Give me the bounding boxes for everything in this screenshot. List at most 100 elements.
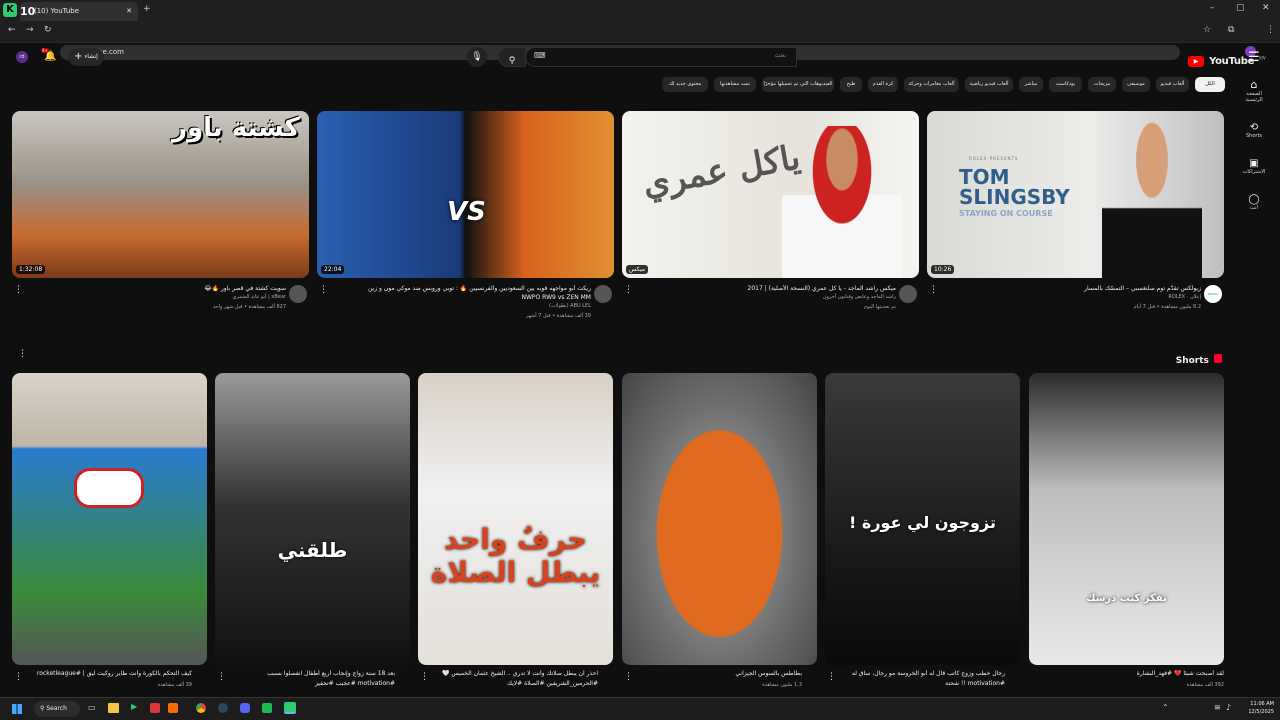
chip-3[interactable]: مزيجات — [1088, 77, 1116, 92]
close-tab-icon[interactable]: ✕ — [126, 2, 132, 21]
sidebar-item-home[interactable]: ⌂ الصفحة الرئيسية — [1239, 78, 1269, 122]
browser-tab[interactable]: 10 (10) YouTube ✕ — [20, 2, 138, 21]
short-meta: 392 ألف مشاهدة — [1186, 682, 1224, 688]
chrome-icon[interactable] — [196, 703, 206, 713]
discord-icon[interactable] — [240, 703, 250, 713]
chip-4[interactable]: بودكاست — [1049, 77, 1082, 92]
short-title[interactable]: لقد أصبحت شيئا 💔 #فهد_البشارة — [1029, 670, 1224, 678]
short-title-line2[interactable]: #motivation #عجيب #تحفيز — [215, 680, 395, 688]
chip-10[interactable]: الفيديوهات التي تم تحميلها مؤخرًا — [762, 77, 834, 92]
plus-icon: + — [74, 51, 83, 62]
short-title[interactable]: بعد 18 سنة زواج وإنجاب أربع أطفال انفصلو… — [215, 670, 395, 678]
short-menu-icon[interactable]: ⋮ — [14, 672, 23, 682]
channel-avatar[interactable]: ROLEX — [1204, 285, 1222, 303]
short-thumbnail[interactable]: تزوجون لي عورة ! — [825, 373, 1020, 665]
short-meta: 39 ألف مشاهدة — [157, 682, 192, 688]
chip-0[interactable]: الكل — [1195, 77, 1225, 92]
video-title[interactable]: ميكس راشد الماجد - يا كل عمري (النسخة ال… — [638, 285, 897, 293]
forward-icon[interactable]: → — [26, 26, 34, 35]
tray-chevron-icon[interactable]: ⌃ — [1162, 703, 1169, 712]
channel-avatar[interactable] — [289, 285, 307, 303]
maximize-icon[interactable]: ▢ — [1236, 4, 1245, 13]
chip-5[interactable]: مباشر — [1019, 77, 1043, 92]
task-view-icon[interactable]: ▭ — [88, 703, 96, 712]
taskbar-search[interactable]: ⚲ Search — [34, 701, 80, 717]
video-thumbnail[interactable]: كشتة باور 1:32:08 — [12, 111, 309, 278]
notifications-button[interactable]: 🔔 9+ — [41, 48, 56, 62]
video-menu-icon[interactable]: ⋮ — [319, 285, 328, 295]
short-menu-icon[interactable]: ⋮ — [624, 672, 633, 682]
close-window-icon[interactable]: ✕ — [1262, 4, 1270, 13]
video-title[interactable]: سويت كشتة في قصر باور 🔥😂 — [28, 285, 287, 293]
short-thumbnail[interactable] — [622, 373, 817, 665]
channel-avatar[interactable] — [594, 285, 612, 303]
short-title[interactable]: كيف التحكم بالكورة وأنت طاير روكيت ليق |… — [12, 670, 192, 678]
file-explorer-icon[interactable] — [108, 703, 119, 713]
app-icon-steam[interactable] — [218, 703, 228, 713]
clock-date: 12/5/2025 — [1248, 709, 1274, 715]
video-title[interactable]: زيولكس تقدّم توم سلنغسبي – التمسّك بالمس… — [943, 285, 1201, 293]
chip-6[interactable]: ألعاب فيديو رياضية — [965, 77, 1013, 92]
short-thumbnail[interactable]: طلقني — [215, 373, 410, 665]
short-title[interactable]: رجال خطب وزوج كاتب قال له أبو الخروسة مو… — [825, 670, 1005, 678]
back-icon[interactable]: ← — [8, 26, 16, 35]
video-menu-icon[interactable]: ⋮ — [14, 285, 23, 295]
sidebar-item-subscriptions[interactable]: ▣ الاشتراكات — [1239, 158, 1269, 194]
windows-start-icon[interactable] — [12, 704, 22, 714]
app-icon-green[interactable] — [262, 703, 272, 713]
media-player-icon[interactable]: ▶ — [131, 702, 137, 711]
short-title[interactable]: احذر أن يبطل صلاتك وأنت لا تدري .. الشيخ… — [418, 670, 598, 678]
keyboard-icon[interactable]: ⌨ — [534, 51, 546, 60]
channel-name[interactable]: ABU LEL (بطولات) — [333, 303, 591, 310]
short-menu-icon[interactable]: ⋮ — [420, 672, 429, 682]
video-menu-icon[interactable]: ⋮ — [624, 285, 633, 295]
channel-name[interactable]: إعلان · ROLEX — [943, 294, 1201, 301]
short-title-line2[interactable]: #motivation !! شحنة — [825, 680, 1005, 688]
thumb-person — [1102, 121, 1202, 278]
sidebar-item-you[interactable]: ◯ أنت — [1239, 194, 1269, 230]
region-code: KW — [1259, 55, 1266, 61]
video-menu-icon[interactable]: ⋮ — [929, 285, 938, 295]
clock[interactable]: 11:06 AM 12/5/2025 — [1236, 700, 1274, 716]
account-avatar[interactable]: rd — [16, 51, 28, 63]
browser-menu-icon[interactable]: ⋮ — [1266, 26, 1275, 35]
chip-7[interactable]: ألعاب مغامرات وحركة — [904, 77, 959, 92]
volume-icon[interactable]: ♪ — [1226, 703, 1231, 712]
shorts-menu-icon[interactable]: ⋮ — [18, 349, 27, 359]
chip-2[interactable]: موسيقى — [1122, 77, 1150, 92]
search-button[interactable]: ⚲ — [498, 47, 526, 67]
channel-avatar[interactable] — [899, 285, 917, 303]
short-thumbnail[interactable] — [12, 373, 207, 665]
short-title[interactable]: بطاطس بالسوس الجيزاني — [622, 670, 802, 678]
chip-1[interactable]: ألعاب فيديو — [1156, 77, 1189, 92]
video-thumbnail[interactable]: VS 22:04 — [317, 111, 614, 278]
video-title-line2[interactable]: NWPO RW9 vs ZEN MM — [333, 294, 592, 302]
video-thumbnail[interactable]: ROLEX PRESENTS TOM SLINGSBY STAYING ON COU… — [927, 111, 1224, 278]
short-menu-icon[interactable]: ⋮ — [827, 672, 836, 682]
video-title[interactable]: ريكت أبو مواجهه قويه بين السعوديين والفر… — [333, 285, 591, 293]
video-thumbnail[interactable]: ياكل عمري ميكس — [622, 111, 919, 278]
new-tab-icon[interactable]: + — [143, 5, 151, 14]
chip-9[interactable]: طبخ — [840, 77, 862, 92]
home-icon: ⌂ — [1250, 78, 1258, 91]
browser-taskbar-icon[interactable] — [284, 702, 296, 714]
short-overlay-text: تفكر كنت درسك — [1086, 593, 1167, 604]
short-title-line2[interactable]: #الحرمين_الشريفين #الصلاة #لايك — [418, 680, 598, 688]
reload-icon[interactable]: ↻ — [44, 26, 52, 35]
short-menu-icon[interactable]: ⋮ — [217, 672, 226, 682]
subscriptions-icon: ▣ — [1249, 158, 1259, 169]
short-thumbnail[interactable]: تفكر كنت درسك — [1029, 373, 1224, 665]
channel-name[interactable]: xBear | أبو عابد الشمري — [28, 294, 286, 301]
sidebar-item-shorts[interactable]: ⟲ Shorts — [1239, 122, 1269, 158]
voice-search-button[interactable]: 🎙 — [467, 47, 487, 67]
create-button[interactable]: + إنشاء — [68, 48, 104, 66]
short-thumbnail[interactable]: حرفٌ واحد يبطل الصلاة — [418, 373, 613, 665]
app-icon-orange[interactable] — [168, 703, 178, 713]
chip-12[interactable]: محتوى جديد لك — [662, 77, 708, 92]
chip-11[interactable]: تمت مشاهدتها — [714, 77, 756, 92]
chip-8[interactable]: كرة القدم — [868, 77, 898, 92]
channel-name[interactable]: راشد الماجد وعايض وفنانون آخرون — [638, 294, 896, 301]
wifi-icon[interactable]: ≋ — [1214, 703, 1221, 712]
app-icon-red[interactable] — [150, 703, 160, 713]
extensions-icon[interactable]: ⧉ — [1228, 26, 1234, 35]
